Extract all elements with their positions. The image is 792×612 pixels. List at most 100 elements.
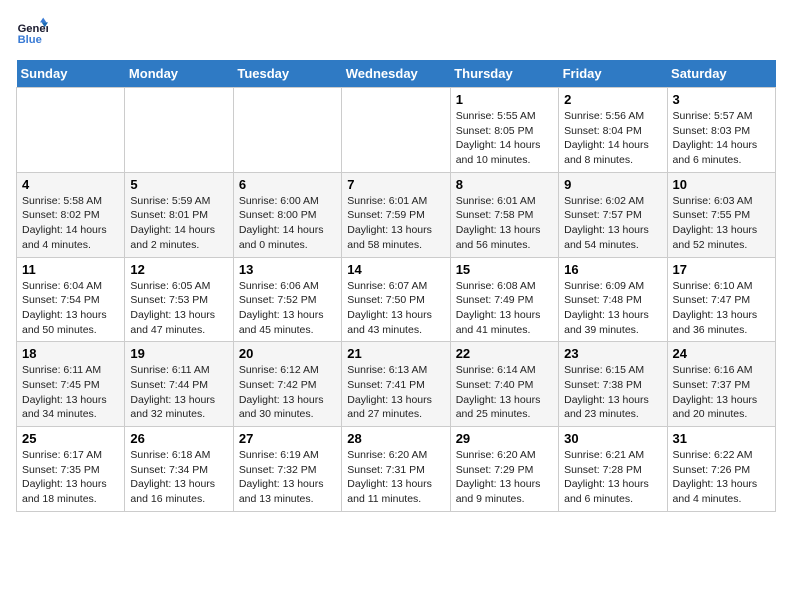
day-number: 22 bbox=[456, 346, 553, 361]
day-info: Sunrise: 6:20 AM Sunset: 7:31 PM Dayligh… bbox=[347, 448, 444, 507]
weekday-saturday: Saturday bbox=[667, 60, 775, 88]
day-number: 2 bbox=[564, 92, 661, 107]
day-number: 14 bbox=[347, 262, 444, 277]
day-number: 9 bbox=[564, 177, 661, 192]
calendar-cell: 26 Sunrise: 6:18 AM Sunset: 7:34 PM Dayli… bbox=[125, 427, 233, 512]
week-row-4: 18 Sunrise: 6:11 AM Sunset: 7:45 PM Dayli… bbox=[17, 342, 776, 427]
day-number: 21 bbox=[347, 346, 444, 361]
calendar-cell: 13 Sunrise: 6:06 AM Sunset: 7:52 PM Dayli… bbox=[233, 257, 341, 342]
calendar-cell: 21 Sunrise: 6:13 AM Sunset: 7:41 PM Dayli… bbox=[342, 342, 450, 427]
day-info: Sunrise: 6:10 AM Sunset: 7:47 PM Dayligh… bbox=[673, 279, 770, 338]
week-row-5: 25 Sunrise: 6:17 AM Sunset: 7:35 PM Dayli… bbox=[17, 427, 776, 512]
logo: General Blue bbox=[16, 16, 52, 48]
calendar-cell: 18 Sunrise: 6:11 AM Sunset: 7:45 PM Dayli… bbox=[17, 342, 125, 427]
day-number: 26 bbox=[130, 431, 227, 446]
calendar-cell: 9 Sunrise: 6:02 AM Sunset: 7:57 PM Daylig… bbox=[559, 172, 667, 257]
calendar-cell: 22 Sunrise: 6:14 AM Sunset: 7:40 PM Dayli… bbox=[450, 342, 558, 427]
day-info: Sunrise: 6:13 AM Sunset: 7:41 PM Dayligh… bbox=[347, 363, 444, 422]
day-info: Sunrise: 6:16 AM Sunset: 7:37 PM Dayligh… bbox=[673, 363, 770, 422]
calendar-cell: 6 Sunrise: 6:00 AM Sunset: 8:00 PM Daylig… bbox=[233, 172, 341, 257]
day-number: 24 bbox=[673, 346, 770, 361]
day-number: 4 bbox=[22, 177, 119, 192]
day-number: 11 bbox=[22, 262, 119, 277]
svg-text:Blue: Blue bbox=[18, 34, 42, 46]
calendar-cell: 1 Sunrise: 5:55 AM Sunset: 8:05 PM Daylig… bbox=[450, 88, 558, 173]
day-number: 17 bbox=[673, 262, 770, 277]
day-info: Sunrise: 6:02 AM Sunset: 7:57 PM Dayligh… bbox=[564, 194, 661, 253]
day-number: 19 bbox=[130, 346, 227, 361]
calendar-cell: 29 Sunrise: 6:20 AM Sunset: 7:29 PM Dayli… bbox=[450, 427, 558, 512]
weekday-wednesday: Wednesday bbox=[342, 60, 450, 88]
day-number: 10 bbox=[673, 177, 770, 192]
calendar-cell: 31 Sunrise: 6:22 AM Sunset: 7:26 PM Dayli… bbox=[667, 427, 775, 512]
weekday-sunday: Sunday bbox=[17, 60, 125, 88]
day-number: 8 bbox=[456, 177, 553, 192]
calendar-cell: 5 Sunrise: 5:59 AM Sunset: 8:01 PM Daylig… bbox=[125, 172, 233, 257]
week-row-3: 11 Sunrise: 6:04 AM Sunset: 7:54 PM Dayli… bbox=[17, 257, 776, 342]
day-number: 3 bbox=[673, 92, 770, 107]
calendar-cell: 4 Sunrise: 5:58 AM Sunset: 8:02 PM Daylig… bbox=[17, 172, 125, 257]
page-header: General Blue bbox=[16, 16, 776, 48]
calendar-cell: 12Sunrise: 6:05 AM Sunset: 7:53 PM Dayli… bbox=[125, 257, 233, 342]
calendar-cell: 19Sunrise: 6:11 AM Sunset: 7:44 PM Dayli… bbox=[125, 342, 233, 427]
day-info: Sunrise: 6:06 AM Sunset: 7:52 PM Dayligh… bbox=[239, 279, 336, 338]
day-info: Sunrise: 6:08 AM Sunset: 7:49 PM Dayligh… bbox=[456, 279, 553, 338]
calendar-cell bbox=[342, 88, 450, 173]
day-info: Sunrise: 5:56 AM Sunset: 8:04 PM Dayligh… bbox=[564, 109, 661, 168]
calendar-body: 1 Sunrise: 5:55 AM Sunset: 8:05 PM Daylig… bbox=[17, 88, 776, 512]
day-info: Sunrise: 6:01 AM Sunset: 7:59 PM Dayligh… bbox=[347, 194, 444, 253]
calendar-cell: 23 Sunrise: 6:15 AM Sunset: 7:38 PM Dayli… bbox=[559, 342, 667, 427]
calendar-cell: 10Sunrise: 6:03 AM Sunset: 7:55 PM Dayli… bbox=[667, 172, 775, 257]
week-row-2: 4 Sunrise: 5:58 AM Sunset: 8:02 PM Daylig… bbox=[17, 172, 776, 257]
day-number: 28 bbox=[347, 431, 444, 446]
day-info: Sunrise: 5:57 AM Sunset: 8:03 PM Dayligh… bbox=[673, 109, 770, 168]
day-info: Sunrise: 6:18 AM Sunset: 7:34 PM Dayligh… bbox=[130, 448, 227, 507]
day-number: 27 bbox=[239, 431, 336, 446]
day-info: Sunrise: 6:01 AM Sunset: 7:58 PM Dayligh… bbox=[456, 194, 553, 253]
day-info: Sunrise: 6:14 AM Sunset: 7:40 PM Dayligh… bbox=[456, 363, 553, 422]
calendar-cell: 28 Sunrise: 6:20 AM Sunset: 7:31 PM Dayli… bbox=[342, 427, 450, 512]
day-info: Sunrise: 5:59 AM Sunset: 8:01 PM Dayligh… bbox=[130, 194, 227, 253]
calendar-cell bbox=[125, 88, 233, 173]
week-row-1: 1 Sunrise: 5:55 AM Sunset: 8:05 PM Daylig… bbox=[17, 88, 776, 173]
day-info: Sunrise: 6:12 AM Sunset: 7:42 PM Dayligh… bbox=[239, 363, 336, 422]
day-info: Sunrise: 5:58 AM Sunset: 8:02 PM Dayligh… bbox=[22, 194, 119, 253]
weekday-tuesday: Tuesday bbox=[233, 60, 341, 88]
day-info: Sunrise: 6:15 AM Sunset: 7:38 PM Dayligh… bbox=[564, 363, 661, 422]
calendar-cell: 2 Sunrise: 5:56 AM Sunset: 8:04 PM Daylig… bbox=[559, 88, 667, 173]
day-number: 25 bbox=[22, 431, 119, 446]
day-info: Sunrise: 6:19 AM Sunset: 7:32 PM Dayligh… bbox=[239, 448, 336, 507]
weekday-monday: Monday bbox=[125, 60, 233, 88]
day-number: 29 bbox=[456, 431, 553, 446]
day-number: 20 bbox=[239, 346, 336, 361]
day-number: 6 bbox=[239, 177, 336, 192]
calendar-cell: 25 Sunrise: 6:17 AM Sunset: 7:35 PM Dayli… bbox=[17, 427, 125, 512]
day-info: Sunrise: 6:11 AM Sunset: 7:45 PM Dayligh… bbox=[22, 363, 119, 422]
day-number: 13 bbox=[239, 262, 336, 277]
calendar-cell bbox=[233, 88, 341, 173]
day-info: Sunrise: 6:00 AM Sunset: 8:00 PM Dayligh… bbox=[239, 194, 336, 253]
day-number: 5 bbox=[130, 177, 227, 192]
calendar-cell: 20 Sunrise: 6:12 AM Sunset: 7:42 PM Dayli… bbox=[233, 342, 341, 427]
calendar-cell: 15Sunrise: 6:08 AM Sunset: 7:49 PM Dayli… bbox=[450, 257, 558, 342]
calendar-table: SundayMondayTuesdayWednesdayThursdayFrid… bbox=[16, 60, 776, 512]
calendar-cell: 8 Sunrise: 6:01 AM Sunset: 7:58 PM Daylig… bbox=[450, 172, 558, 257]
calendar-cell: 27 Sunrise: 6:19 AM Sunset: 7:32 PM Dayli… bbox=[233, 427, 341, 512]
day-info: Sunrise: 6:20 AM Sunset: 7:29 PM Dayligh… bbox=[456, 448, 553, 507]
calendar-cell: 3 Sunrise: 5:57 AM Sunset: 8:03 PM Daylig… bbox=[667, 88, 775, 173]
day-info: Sunrise: 6:21 AM Sunset: 7:28 PM Dayligh… bbox=[564, 448, 661, 507]
day-info: Sunrise: 5:55 AM Sunset: 8:05 PM Dayligh… bbox=[456, 109, 553, 168]
day-number: 18 bbox=[22, 346, 119, 361]
day-info: Sunrise: 6:09 AM Sunset: 7:48 PM Dayligh… bbox=[564, 279, 661, 338]
day-number: 31 bbox=[673, 431, 770, 446]
day-number: 30 bbox=[564, 431, 661, 446]
calendar-cell bbox=[17, 88, 125, 173]
day-number: 1 bbox=[456, 92, 553, 107]
day-info: Sunrise: 6:05 AM Sunset: 7:53 PM Dayligh… bbox=[130, 279, 227, 338]
day-number: 23 bbox=[564, 346, 661, 361]
day-info: Sunrise: 6:04 AM Sunset: 7:54 PM Dayligh… bbox=[22, 279, 119, 338]
calendar-cell: 16Sunrise: 6:09 AM Sunset: 7:48 PM Dayli… bbox=[559, 257, 667, 342]
day-info: Sunrise: 6:17 AM Sunset: 7:35 PM Dayligh… bbox=[22, 448, 119, 507]
day-info: Sunrise: 6:22 AM Sunset: 7:26 PM Dayligh… bbox=[673, 448, 770, 507]
calendar-cell: 7Sunrise: 6:01 AM Sunset: 7:59 PM Daylig… bbox=[342, 172, 450, 257]
